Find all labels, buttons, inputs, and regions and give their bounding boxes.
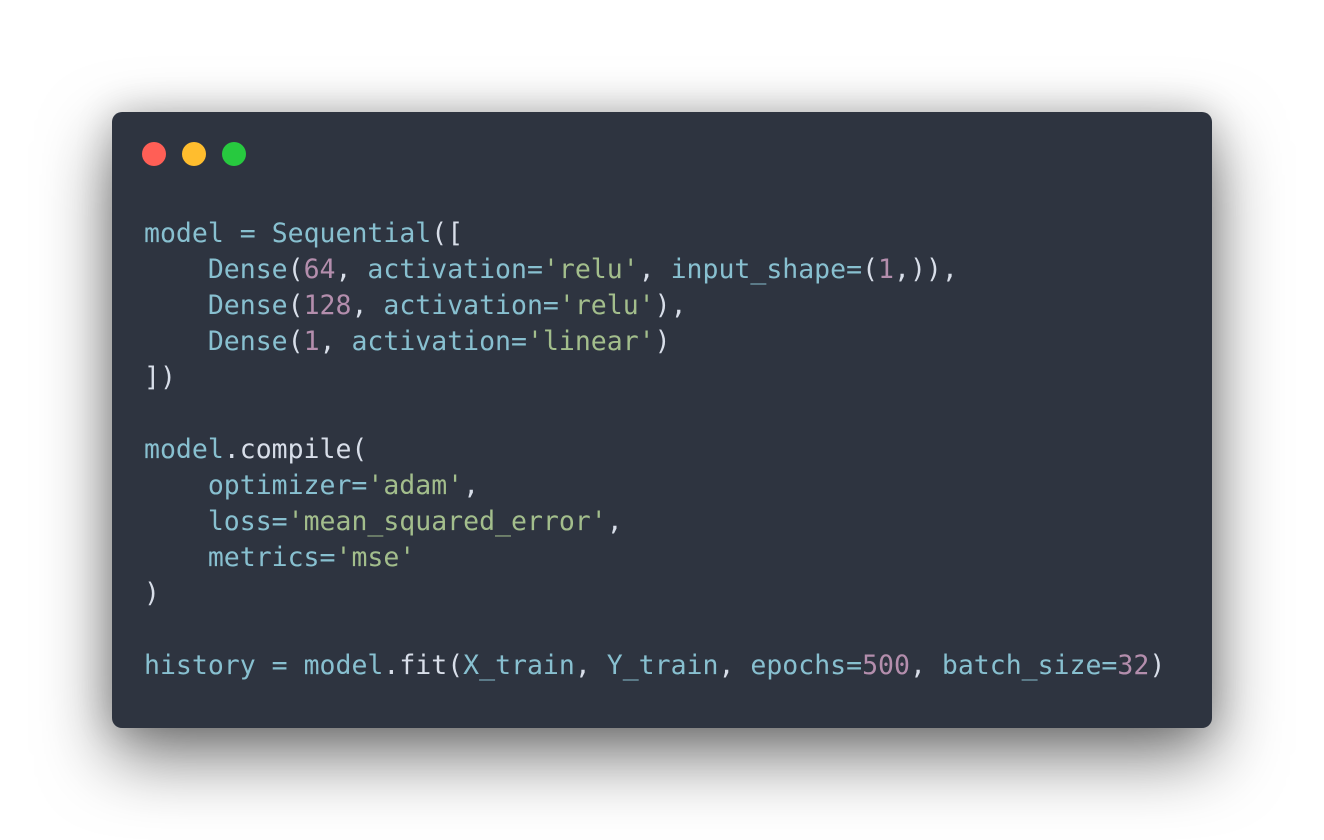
code-token: , (319, 326, 352, 357)
code-token: .compile( (223, 434, 368, 465)
code-token: X_train (463, 650, 575, 681)
code-token: , (335, 254, 368, 285)
code-token: model (144, 434, 224, 465)
code-token: , (574, 650, 607, 681)
code-token: 32 (1117, 650, 1150, 681)
code-token: activation (383, 290, 543, 321)
code-line: loss='mean_squared_error', (144, 504, 1165, 540)
code-token: ([ (431, 218, 464, 249)
window-controls (142, 142, 246, 166)
code-line: Dense(1, activation='linear') (144, 324, 1165, 360)
code-token: input_shape (670, 254, 847, 285)
code-token: ) (144, 578, 160, 609)
code-token: = (511, 326, 527, 357)
code-line: ]) (144, 360, 1165, 396)
code-token: = (271, 506, 288, 537)
code-token: , (638, 254, 671, 285)
code-line: model = Sequential([ (144, 216, 1165, 252)
code-block: model = Sequential([ Dense(64, activatio… (144, 216, 1165, 684)
code-token: ) (654, 326, 671, 357)
code-line: optimizer='adam', (144, 468, 1165, 504)
code-line: history = model.fit(X_train, Y_train, ep… (144, 648, 1165, 684)
code-token: 'mean_squared_error' (287, 506, 607, 537)
close-button[interactable] (142, 142, 166, 166)
code-token: Dense (207, 254, 288, 285)
code-line: Dense(128, activation='relu'), (144, 288, 1165, 324)
code-token: 1 (878, 254, 894, 285)
code-token: , (718, 650, 751, 681)
code-token: 'adam' (367, 470, 464, 501)
code-line: Dense(64, activation='relu', input_shape… (144, 252, 1165, 288)
code-line: ) (144, 576, 1165, 612)
code-token: = (351, 470, 368, 501)
code-token: = (1101, 650, 1118, 681)
code-token: model (303, 650, 384, 681)
code-token: 'relu' (558, 290, 655, 321)
code-token: ), (654, 290, 687, 321)
code-token: = (526, 254, 543, 285)
code-token: = (319, 542, 336, 573)
code-token: ( (287, 254, 304, 285)
code-token: history (144, 650, 256, 681)
code-token: , (351, 290, 384, 321)
code-token: Y_train (606, 650, 719, 681)
code-token: 1 (303, 326, 320, 357)
code-token: batch_size (941, 650, 1102, 681)
code-token: ) (1149, 650, 1166, 681)
code-token: metrics (207, 542, 320, 573)
code-token: = (271, 650, 288, 681)
code-line: model.compile( (144, 432, 1165, 468)
code-token: , (606, 506, 623, 537)
code-token: activation (351, 326, 512, 357)
code-token: 500 (862, 650, 910, 681)
code-token: epochs (750, 650, 847, 681)
code-token: , (909, 650, 942, 681)
code-token: 'linear' (526, 326, 655, 357)
code-token: 64 (303, 254, 336, 285)
code-token: = (239, 218, 256, 249)
code-token: , (463, 470, 480, 501)
code-token: 'relu' (542, 254, 639, 285)
code-token: ]) (144, 362, 176, 393)
code-window: model = Sequential([ Dense(64, activatio… (112, 112, 1212, 728)
code-token: = (542, 290, 559, 321)
code-token: Dense (207, 326, 288, 357)
code-token: ( (287, 326, 304, 357)
minimize-button[interactable] (182, 142, 206, 166)
code-token: optimizer (207, 470, 352, 501)
maximize-button[interactable] (222, 142, 246, 166)
code-token: 'mse' (335, 542, 416, 573)
code-token: ,)), (894, 254, 958, 285)
code-token: 128 (303, 290, 352, 321)
code-line: metrics='mse' (144, 540, 1165, 576)
code-token: ( (287, 290, 304, 321)
code-token: activation (367, 254, 527, 285)
code-token: ( (862, 254, 879, 285)
code-token: model (144, 218, 224, 249)
code-token: Dense (207, 290, 288, 321)
code-token: loss (207, 506, 272, 537)
code-token: = (846, 254, 863, 285)
code-token: = (846, 650, 863, 681)
code-token: Sequential (271, 218, 432, 249)
code-token: .fit( (383, 650, 464, 681)
